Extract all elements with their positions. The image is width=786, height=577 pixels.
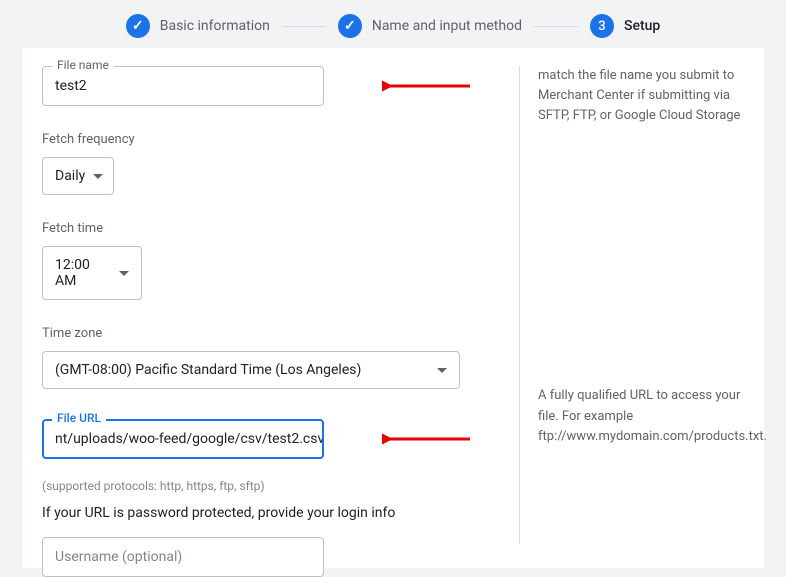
step-separator (534, 26, 578, 27)
fetch-frequency-select[interactable]: Daily (42, 157, 114, 195)
timezone-value: (GMT-08:00) Pacific Standard Time (Los A… (55, 362, 361, 378)
filename-help-text: match the file name you submit to Mercha… (538, 66, 744, 126)
fileurl-help-text: A fully qualified URL to access your fil… (538, 386, 744, 446)
timezone-label: Time zone (42, 326, 499, 341)
fileurl-label: File URL (52, 411, 106, 425)
stepper: Basic information Name and input method … (0, 0, 786, 48)
fetch-frequency-label: Fetch frequency (42, 132, 499, 147)
annotation-arrow-icon (382, 431, 472, 447)
fileurl-input[interactable]: nt/uploads/woo-feed/google/csv/test2.csv (42, 419, 324, 459)
filename-field-wrap: File name test2 (42, 66, 499, 106)
chevron-down-icon (437, 368, 447, 373)
fetch-frequency-value: Daily (55, 168, 85, 184)
chevron-down-icon (93, 174, 103, 179)
step-label: Setup (624, 18, 660, 34)
username-input[interactable]: Username (optional) (42, 537, 324, 577)
fetch-time-select[interactable]: 12:00 AM (42, 246, 142, 300)
main-column: File name test2 Fetch frequency Daily Fe… (42, 66, 499, 544)
fetch-time-value: 12:00 AM (55, 257, 111, 289)
protocols-hint: (supported protocols: http, https, ftp, … (42, 479, 499, 493)
chevron-down-icon (119, 271, 129, 276)
fetch-time-label: Fetch time (42, 221, 499, 236)
step-setup[interactable]: 3 Setup (590, 14, 660, 38)
step-separator (282, 26, 326, 27)
side-column: match the file name you submit to Mercha… (519, 66, 744, 544)
annotation-arrow-icon (382, 78, 472, 94)
check-icon (338, 14, 362, 38)
check-icon (126, 14, 150, 38)
password-note: If your URL is password protected, provi… (42, 505, 499, 521)
fileurl-field-wrap: File URL nt/uploads/woo-feed/google/csv/… (42, 419, 499, 459)
setup-card: File name test2 Fetch frequency Daily Fe… (22, 48, 764, 568)
filename-label: File name (52, 58, 114, 72)
step-label: Basic information (160, 18, 270, 34)
step-basic-info[interactable]: Basic information (126, 14, 270, 38)
step-label: Name and input method (372, 18, 522, 34)
filename-input[interactable]: test2 (42, 66, 324, 106)
step-number-icon: 3 (590, 14, 614, 38)
step-name-input[interactable]: Name and input method (338, 14, 522, 38)
timezone-select[interactable]: (GMT-08:00) Pacific Standard Time (Los A… (42, 351, 460, 389)
